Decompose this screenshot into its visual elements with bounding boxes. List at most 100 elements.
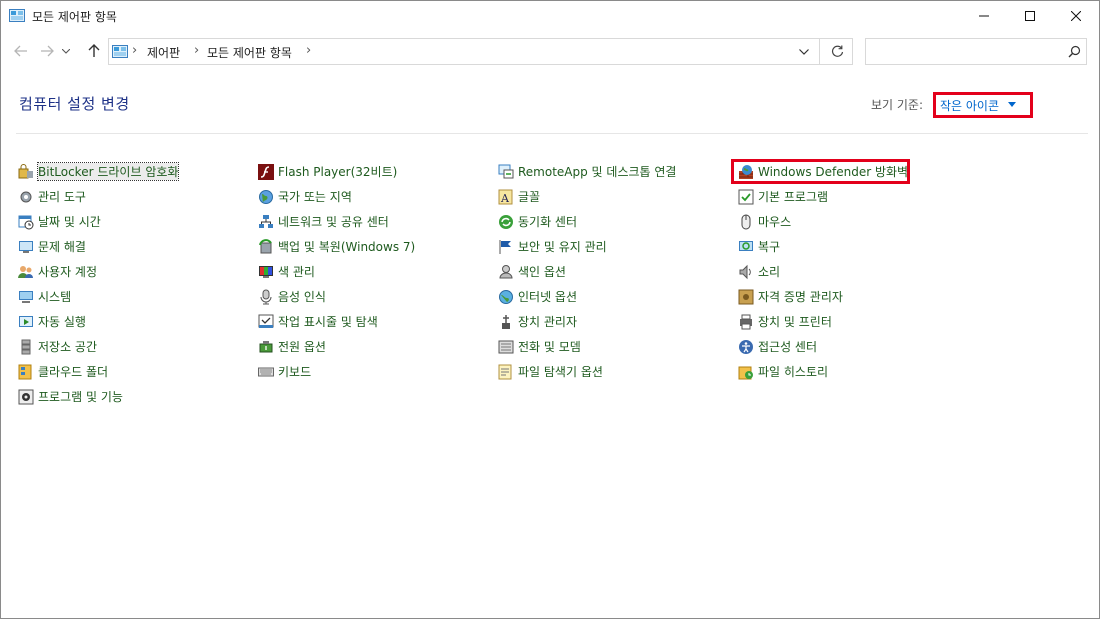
power-options-icon [258, 339, 274, 355]
close-button[interactable] [1053, 1, 1099, 31]
control-panel-item[interactable]: BitLocker 드라이브 암호화 [18, 159, 180, 184]
sound-icon [738, 264, 754, 280]
maximize-button[interactable] [1007, 1, 1053, 31]
speech-recognition-icon [258, 289, 274, 305]
control-panel-icon [9, 9, 25, 23]
file-explorer-options-icon [498, 364, 514, 380]
control-panel-item-label: 장치 및 프린터 [758, 315, 832, 329]
view-by-value[interactable]: 작은 아이콘 [940, 97, 999, 114]
control-panel-item[interactable]: 백업 및 복원(Windows 7) [258, 234, 415, 259]
control-panel-item[interactable]: 색인 옵션 [498, 259, 676, 284]
firewall-icon [738, 164, 754, 180]
svg-text:A: A [500, 192, 510, 205]
control-panel-item[interactable]: 기본 프로그램 [738, 184, 908, 209]
control-panel-item[interactable]: 문제 해결 [18, 234, 178, 259]
control-panel-item[interactable]: 키보드 [258, 359, 415, 384]
control-panel-item[interactable]: Flash Player(32비트) [258, 159, 415, 184]
control-panel-item[interactable]: 마우스 [738, 209, 908, 234]
control-panel-item[interactable]: 장치 및 프린터 [738, 309, 908, 334]
control-panel-item[interactable]: 국가 또는 지역 [258, 184, 415, 209]
control-panel-item[interactable]: 시스템 [18, 284, 178, 309]
control-panel-item[interactable]: 사용자 계정 [18, 259, 178, 284]
control-panel-item[interactable]: 보안 및 유지 관리 [498, 234, 676, 259]
file-history-icon [738, 364, 754, 380]
admin-tools-icon [18, 189, 34, 205]
page-title: 컴퓨터 설정 변경 [19, 95, 130, 113]
window-title: 모든 제어판 항목 [32, 10, 117, 24]
view-by-dropdown[interactable]: 작은 아이콘 [933, 92, 1033, 118]
system-icon [18, 289, 34, 305]
refresh-button[interactable] [825, 39, 849, 64]
control-panel-item[interactable]: 복구 [738, 234, 908, 259]
control-panel-item-label: 파일 탐색기 옵션 [518, 365, 603, 379]
control-panel-item-label: 국가 또는 지역 [278, 190, 352, 204]
up-button[interactable] [83, 39, 105, 63]
control-panel-item[interactable]: 장치 관리자 [498, 309, 676, 334]
breadcrumb-all-items[interactable]: 모든 제어판 항목 [207, 44, 292, 61]
autoplay-icon [18, 314, 34, 330]
remoteapp-icon [498, 164, 514, 180]
items-column-1: BitLocker 드라이브 암호화관리 도구날짜 및 시간문제 해결사용자 계… [18, 159, 180, 409]
mouse-icon [738, 214, 754, 230]
sync-center-icon [498, 214, 514, 230]
control-panel-icon [112, 45, 128, 59]
minimize-button[interactable] [961, 1, 1007, 31]
address-dropdown-button[interactable] [793, 39, 815, 64]
control-panel-item[interactable]: 접근성 센터 [738, 334, 908, 359]
control-panel-item[interactable]: 파일 히스토리 [738, 359, 908, 384]
control-panel-item[interactable]: 클라우드 폴더 [18, 359, 178, 384]
refresh-icon [831, 45, 843, 57]
control-panel-item[interactable]: 관리 도구 [18, 184, 178, 209]
troubleshoot-icon [18, 239, 34, 255]
control-panel-item[interactable]: 소리 [738, 259, 908, 284]
control-panel-item[interactable]: 저장소 공간 [18, 334, 178, 359]
control-panel-item[interactable]: 날짜 및 시간 [18, 209, 178, 234]
control-panel-item[interactable]: RemoteApp 및 데스크톱 연결 [498, 159, 676, 184]
control-panel-item[interactable]: 동기화 센터 [498, 209, 676, 234]
control-panel-window: 모든 제어판 항목 › 제어판 › 모든 제어판 항목 › 컴퓨터 설정 변경 … [0, 0, 1100, 619]
control-panel-item[interactable]: 자격 증명 관리자 [738, 284, 908, 309]
items-column-3: RemoteApp 및 데스크톱 연결 A 글꼴 동기화 센터 보안 및 유지 관리 색인… [498, 159, 676, 384]
taskbar-icon [258, 314, 274, 330]
chevron-right-icon: › [306, 43, 312, 58]
search-icon[interactable] [1066, 44, 1082, 60]
control-panel-item-label: 문제 해결 [38, 240, 86, 254]
chevron-right-icon: › [132, 43, 138, 58]
forward-button[interactable] [36, 39, 58, 63]
control-panel-item[interactable]: 네트워크 및 공유 센터 [258, 209, 415, 234]
recovery-icon [738, 239, 754, 255]
chevron-right-icon: › [194, 43, 200, 58]
caret-down-icon [1008, 102, 1016, 107]
control-panel-item[interactable]: 파일 탐색기 옵션 [498, 359, 676, 384]
control-panel-item-label: 작업 표시줄 및 탐색 [278, 315, 378, 329]
address-bar[interactable]: › 제어판 › 모든 제어판 항목 › [108, 38, 853, 65]
control-panel-item[interactable]: 색 관리 [258, 259, 415, 284]
control-panel-item[interactable]: 자동 실행 [18, 309, 178, 334]
control-panel-item[interactable]: 전화 및 모뎀 [498, 334, 676, 359]
default-programs-icon [738, 189, 754, 205]
control-panel-item[interactable]: 작업 표시줄 및 탐색 [258, 309, 415, 334]
control-panel-item-label: Flash Player(32비트) [278, 165, 398, 179]
user-accounts-icon [18, 264, 34, 280]
control-panel-item-label: 날짜 및 시간 [38, 215, 101, 229]
control-panel-item[interactable]: Windows Defender 방화벽 [738, 159, 908, 184]
control-panel-item[interactable]: 프로그램 및 기능 [18, 384, 178, 409]
control-panel-item[interactable]: 인터넷 옵션 [498, 284, 676, 309]
control-panel-item-label: 소리 [758, 265, 781, 279]
control-panel-item-label: 클라우드 폴더 [38, 365, 109, 379]
security-maintenance-icon [498, 239, 514, 255]
recent-locations-button[interactable] [59, 39, 73, 63]
breadcrumb-control-panel[interactable]: 제어판 [147, 44, 180, 61]
control-panel-item-label: BitLocker 드라이브 암호화 [36, 162, 180, 181]
search-input[interactable] [870, 42, 1060, 61]
control-panel-item-label: 파일 히스토리 [758, 365, 829, 379]
items-column-4: Windows Defender 방화벽 기본 프로그램 마우스 복구소리자격 증명 … [738, 159, 908, 384]
control-panel-item[interactable]: 전원 옵션 [258, 334, 415, 359]
control-panel-item[interactable]: 음성 인식 [258, 284, 415, 309]
up-arrow-icon [88, 44, 100, 57]
phone-modem-icon [498, 339, 514, 355]
control-panel-item[interactable]: A 글꼴 [498, 184, 676, 209]
back-button[interactable] [10, 39, 32, 63]
search-box[interactable] [865, 38, 1087, 65]
indexing-options-icon [498, 264, 514, 280]
